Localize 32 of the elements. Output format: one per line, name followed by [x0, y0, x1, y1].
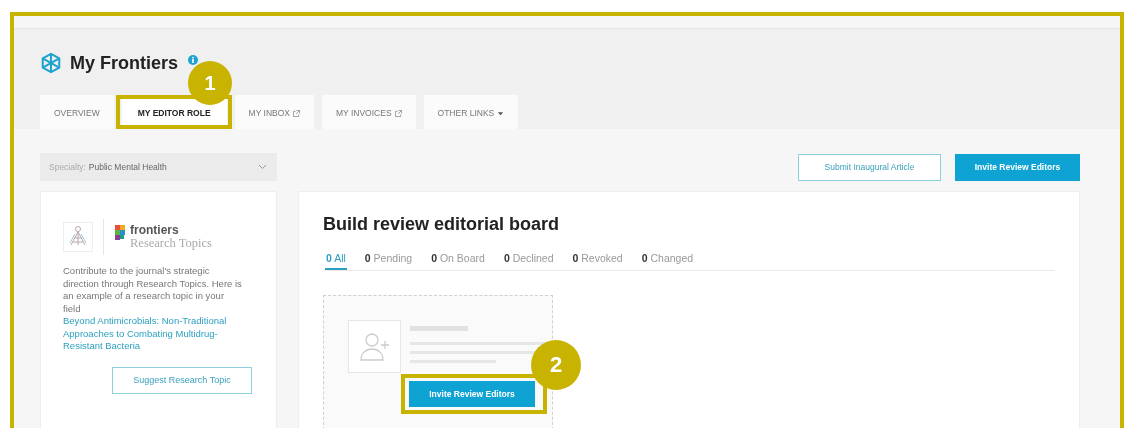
invite-button[interactable]: Invite Review Editors — [955, 153, 1080, 181]
caret-icon — [497, 109, 505, 117]
hexagon-logo-icon — [40, 52, 62, 74]
tab[interactable]: OTHER LINKS — [423, 95, 519, 129]
promo-paragraph: Contribute to the journal's strategic direction through Research Topics. Here is an example of a research topic in your field Beyond Antimicrobials: Non-Traditional Approaches to Combating Multidrug-Resistant Bacteria — [63, 265, 243, 353]
specialty-dropdown[interactable]: Specialty: Public Mental Health — [40, 153, 277, 181]
filter-tab[interactable]: 0 Pending — [363, 252, 414, 270]
filter-tab[interactable]: 0 On Board — [430, 252, 486, 270]
panel-heading: Build review editorial board — [323, 214, 561, 235]
logo-subtitle: Research Topics — [130, 236, 212, 250]
invite-button[interactable]: Invite Review Editors — [409, 381, 535, 407]
step-badge: 1 — [188, 61, 232, 105]
external-link-icon — [293, 109, 300, 117]
filter-tab[interactable]: 0 All — [325, 252, 347, 270]
tab[interactable]: MY INVOICES — [322, 95, 416, 129]
page-title: My Frontiers — [70, 52, 179, 74]
tab[interactable]: OVERVIEW — [40, 95, 114, 129]
figure-illustration-icon — [63, 222, 93, 252]
tab[interactable]: MY INBOX — [234, 95, 314, 129]
info-icon — [188, 55, 199, 65]
filter-tab[interactable]: 0 Declined — [502, 252, 555, 270]
external-link-icon — [394, 109, 402, 117]
submit-button[interactable]: Submit Inaugural Article — [798, 153, 941, 181]
chevron-down-icon — [258, 164, 267, 170]
step-badge: 2 — [531, 340, 581, 390]
filter-tab[interactable]: 0 Revoked — [571, 252, 624, 270]
logo-text: frontiers — [130, 224, 180, 236]
filter-tab[interactable]: 0 Changed — [640, 252, 695, 270]
colored-squares-logo-icon — [114, 224, 128, 242]
add-person-icon — [348, 320, 401, 373]
suggest-topic-button[interactable]: Suggest Research Topic — [112, 366, 252, 394]
topic-link[interactable]: Beyond Antimicrobials: Non-Traditional Approaches to Combating Multidrug-Resistant Bacteria — [63, 315, 243, 353]
